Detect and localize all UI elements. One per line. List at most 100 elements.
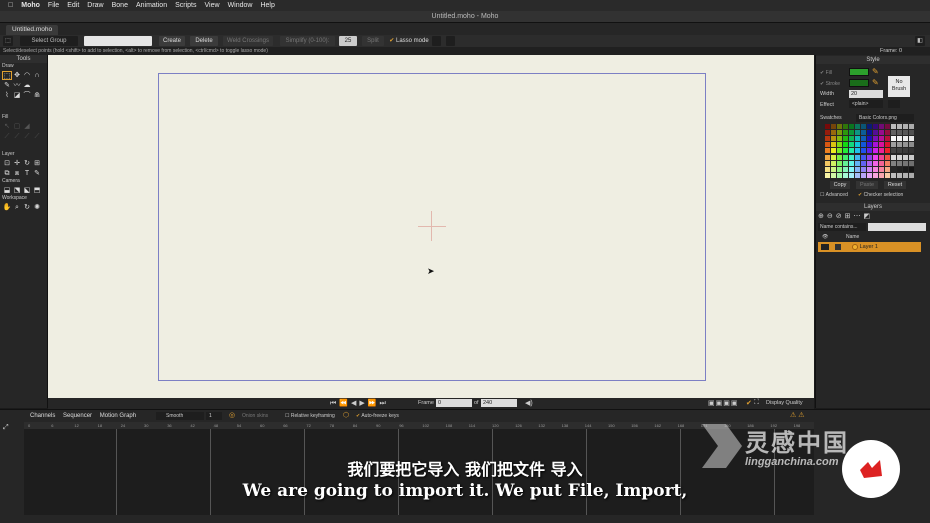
layer-tool-icon[interactable]: ⊞ (32, 159, 42, 168)
swatch-cell[interactable] (873, 154, 878, 160)
swatch-cell[interactable] (885, 172, 890, 178)
translate-points-tool-icon[interactable]: ✥ (12, 71, 22, 80)
swatch-cell[interactable] (867, 166, 872, 172)
swatch-cell[interactable] (897, 166, 902, 172)
frame-ruler[interactable]: 0 6 12 18 24 30 36 42 48 54 60 66 72 78 84 90 96 102 108 11… (24, 422, 814, 429)
blob-brush-icon[interactable]: ☁ (22, 81, 32, 90)
swatch-cell[interactable] (855, 154, 860, 160)
swatch-cell[interactable] (831, 142, 836, 148)
transform-layer-icon[interactable]: ✛ (12, 159, 22, 168)
layer-color-icon[interactable] (834, 243, 841, 250)
swatch-cell[interactable] (849, 172, 854, 178)
swatch-cell[interactable] (855, 136, 860, 142)
swatch-cell[interactable] (879, 136, 884, 142)
display-quality-label[interactable]: Display Quality (766, 400, 803, 406)
swatch-cell[interactable] (837, 154, 842, 160)
swatch-cell[interactable] (861, 124, 866, 129)
swatch-cell[interactable] (843, 172, 848, 178)
menu-draw[interactable]: Draw (87, 2, 103, 9)
delete-button[interactable]: Delete (190, 36, 218, 46)
copy-button[interactable]: Copy (830, 181, 850, 189)
swatch-cell[interactable] (837, 142, 842, 148)
paint-bucket-icon[interactable]: ◢ (22, 122, 32, 131)
swatch-grid[interactable] (825, 124, 914, 178)
swatch-cell[interactable] (867, 154, 872, 160)
curvature-tool-icon[interactable]: ◠ (22, 71, 32, 80)
swatch-cell[interactable] (897, 142, 902, 148)
select-points-tool-icon[interactable]: ⬚ (2, 70, 12, 80)
stroke-color-swatch[interactable] (849, 79, 869, 87)
swatch-cell[interactable] (843, 160, 848, 166)
swatch-cell[interactable] (825, 154, 830, 160)
swatch-cell[interactable] (885, 148, 890, 154)
swatch-cell[interactable] (849, 166, 854, 172)
swatch-cell[interactable] (897, 172, 902, 178)
swatch-cell[interactable] (825, 130, 830, 136)
swatch-cell[interactable] (879, 166, 884, 172)
swatch-cell[interactable] (831, 166, 836, 172)
swatch-cell[interactable] (861, 130, 866, 136)
swatch-cell[interactable] (909, 160, 914, 166)
swatch-cell[interactable] (837, 124, 842, 129)
swatch-cell[interactable] (873, 124, 878, 129)
swatch-cell[interactable] (825, 172, 830, 178)
swatch-cell[interactable] (909, 136, 914, 142)
swatch-cell[interactable] (861, 148, 866, 154)
swatch-cell[interactable] (849, 160, 854, 166)
keyframe-icon[interactable]: ⬡ (343, 411, 349, 419)
relative-keyframing-checkbox[interactable]: ☐ Relative keyframing (285, 412, 335, 420)
text-tool-icon[interactable]: T (22, 169, 32, 178)
swatch-cell[interactable] (873, 172, 878, 178)
swatch-cell[interactable] (849, 136, 854, 142)
swatch-cell[interactable] (843, 148, 848, 154)
onion-skin-icon[interactable]: ◎ (229, 411, 235, 419)
curve-profile-icon[interactable]: ⟋ (32, 132, 42, 141)
swatch-cell[interactable] (891, 136, 896, 142)
menu-help[interactable]: Help (260, 2, 274, 9)
freehand-tool-icon[interactable]: 〰 (12, 81, 22, 90)
tab-channels[interactable]: Channels (30, 413, 55, 419)
swatch-cell[interactable] (867, 124, 872, 129)
onion-skins-label[interactable]: Onion skins (239, 412, 279, 420)
swatch-cell[interactable] (837, 136, 842, 142)
swatch-cell[interactable] (909, 154, 914, 160)
draw-shape-tool-icon[interactable]: ⌇ (2, 91, 12, 100)
track-camera-icon[interactable]: ⬓ (2, 186, 12, 195)
swatch-cell[interactable] (879, 142, 884, 148)
swatch-cell[interactable] (903, 160, 908, 166)
auto-freeze-checkbox[interactable]: ✔ Auto-freeze keys (356, 412, 399, 420)
menu-window[interactable]: Window (228, 2, 253, 9)
swatch-cell[interactable] (909, 124, 914, 129)
layer-name[interactable]: Layer 1 (860, 244, 878, 250)
tab-document[interactable]: Untitled.moho (6, 25, 59, 35)
swatch-cell[interactable] (885, 136, 890, 142)
zoom-camera-icon[interactable]: ⬔ (12, 186, 22, 195)
swatch-cell[interactable] (861, 172, 866, 178)
simplify-input[interactable]: 25 (339, 36, 357, 46)
orbit-workspace-icon[interactable]: ✺ (32, 203, 42, 212)
swatch-cell[interactable] (855, 160, 860, 166)
swatch-cell[interactable] (825, 142, 830, 148)
menu-file[interactable]: File (48, 2, 59, 9)
scale-layer-icon[interactable]: ⧉ (2, 169, 12, 178)
swatch-cell[interactable] (873, 142, 878, 148)
select-points-icon[interactable]: ⬚ (3, 36, 13, 46)
swatch-cell[interactable] (849, 130, 854, 136)
playback-controls-icon[interactable]: ⏮⏪◀▶⏩⏭ (330, 399, 389, 408)
swatch-cell[interactable] (879, 130, 884, 136)
swatch-cell[interactable] (885, 154, 890, 160)
fill-color-swatch[interactable] (849, 68, 869, 76)
paste-button[interactable]: Paste (856, 181, 878, 189)
shear-tool-icon[interactable]: ⋒ (32, 91, 42, 100)
create-shape-icon[interactable]: ▢ (12, 122, 22, 131)
fit-view-icon[interactable]: ⛶ (754, 399, 759, 407)
magnet-tool-icon[interactable]: ∩ (32, 71, 42, 80)
fill-brush-icon[interactable]: ✎ (872, 67, 879, 76)
swatch-cell[interactable] (843, 142, 848, 148)
layer-visibility-icon[interactable] (821, 243, 829, 250)
option-icon-1[interactable] (432, 36, 441, 46)
swatch-cell[interactable] (873, 148, 878, 154)
swatch-cell[interactable] (879, 154, 884, 160)
weld-crossings-button[interactable]: Weld Crossings (223, 36, 273, 46)
volume-icon[interactable]: ◀) (525, 399, 533, 407)
